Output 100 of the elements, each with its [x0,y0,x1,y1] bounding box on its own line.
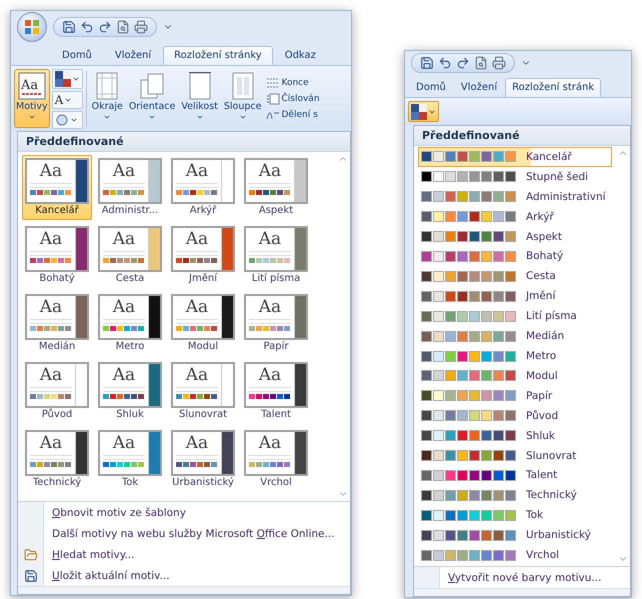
theme-fonts-button[interactable]: A [52,90,83,108]
theme-thumbnail: Aa [171,362,235,408]
theme-colors-button[interactable] [52,68,83,88]
caret-icon [103,113,112,121]
page-columns-icon [230,72,256,100]
caret-icon [28,113,36,121]
save-icon [24,568,38,582]
theme-tile[interactable]: Aa Vrchol [241,427,311,492]
theme-tile[interactable]: Aa Administr... [95,155,165,220]
color-scheme-item[interactable]: Cesta [418,266,612,286]
page-setup-button[interactable]: Okraje [90,69,125,128]
save-icon[interactable] [62,20,76,34]
undo-icon[interactable] [438,56,452,70]
theme-tile[interactable]: Aa Kancelář [22,155,92,220]
theme-effects-button[interactable] [52,110,83,128]
theme-thumbnail: Aa [98,430,162,476]
circle-icon [54,112,69,126]
print-preview-icon[interactable] [474,56,488,70]
theme-tile[interactable]: Aa Papír [241,291,311,356]
theme-tile[interactable]: Aa Cesta [95,223,165,288]
page-size-icon [186,72,213,100]
color-scheme-item[interactable]: Urbanistický [418,525,612,546]
theme-thumbnail: Aa [25,362,89,408]
color-scheme-item[interactable]: Modul [418,366,612,386]
theme-tile[interactable]: Aa Talent [241,359,311,424]
save-icon[interactable] [420,56,434,70]
theme-tile[interactable]: Aa Urbanistický [168,427,238,492]
printer-icon[interactable] [492,56,506,70]
page-margins-icon [94,72,120,100]
page-break-icon [266,76,280,88]
printer-icon[interactable] [134,20,148,34]
page-setup-menu-item[interactable]: Konce [266,76,320,90]
gallery-header: Předdefinované [18,132,350,152]
theme-tile[interactable]: Aa Jmění [168,223,238,288]
theme-thumbnail: Aa [98,158,162,204]
color-scheme-item[interactable]: Talent [418,466,612,486]
color-scheme-item[interactable]: Lití písma [418,306,612,326]
color-scheme-item[interactable]: Metro [418,346,612,366]
office-button[interactable] [17,12,47,42]
caret-icon [196,113,204,121]
color-scheme-item[interactable]: Bohatý [418,246,612,266]
ribbon-tab[interactable]: Vložení [104,46,162,65]
page-setup-button[interactable]: Orientace [126,69,178,128]
theme-tile[interactable]: Aa Původ [22,359,92,424]
theme-thumbnail: Aa [244,362,308,408]
color-scheme-item[interactable]: Technický [418,485,612,506]
print-preview-icon[interactable] [116,20,130,34]
ribbon-tab[interactable]: Odkaz [274,46,327,65]
color-squares-icon [54,70,71,86]
page-setup-button[interactable]: Sloupce [222,69,264,128]
resize-grip[interactable] [18,586,350,594]
ribbon-tab[interactable]: Domů [51,46,103,65]
theme-tile[interactable]: Aa Slunovrat [168,359,238,424]
theme-colors-button[interactable] [408,101,439,122]
color-scheme-item[interactable]: Administrativní [418,186,612,207]
color-scheme-item[interactable]: Vrchol [418,545,612,566]
color-scheme-item[interactable]: Aspekt [418,226,612,247]
gallery-header: Předdefinované [414,126,630,146]
themes-button[interactable]: Aa Motivy [14,69,50,128]
theme-thumbnail: Aa [244,226,308,272]
color-scheme-item[interactable]: Tok [418,505,612,526]
theme-tile[interactable]: Aa Modul [168,291,238,356]
page-setup-button[interactable]: Velikost [179,69,220,128]
theme-tile[interactable]: Aa Metro [95,291,165,356]
ribbon-tab[interactable]: Domů [409,78,453,97]
theme-tile[interactable]: Aa Aspekt [241,155,311,220]
ribbon-tab[interactable]: Rozložení stránky [163,46,273,65]
theme-tile[interactable]: Aa Shluk [95,359,165,424]
theme-thumbnail: Aa [98,294,162,340]
theme-tile[interactable]: Aa Bohatý [22,223,92,288]
theme-thumbnail: Aa [98,226,162,272]
color-scheme-item[interactable]: Shluk [418,426,612,446]
theme-tile[interactable]: Aa Arkýř [168,155,238,220]
theme-thumbnail: Aa [98,362,162,408]
theme-thumbnail: Aa [171,158,235,204]
undo-icon[interactable] [80,20,94,34]
redo-icon[interactable] [98,20,112,34]
page-setup-menu-item[interactable]: Číslován [266,92,320,106]
theme-tile[interactable]: Aa Medián [22,291,92,356]
ribbon-tab[interactable]: Rozložení stránk [505,78,602,97]
color-scheme-item[interactable]: Původ [418,406,612,426]
resize-grip[interactable] [414,588,630,596]
color-scheme-item[interactable]: Papír [418,386,612,406]
color-scheme-item[interactable]: Medián [418,326,612,346]
theme-thumbnail: Aa [244,158,308,204]
theme-thumbnail: Aa [171,226,235,272]
color-scheme-item[interactable]: Slunovrat [418,446,612,466]
theme-thumbnail: Aa [171,294,235,340]
color-scheme-item[interactable]: Kancelář [418,147,612,167]
color-scheme-item[interactable]: Jmění [418,286,612,306]
theme-tile[interactable]: Aa Technický [22,427,92,492]
color-scheme-item[interactable]: Stupně šedi [418,166,612,187]
theme-tile[interactable]: Aa Tok [95,427,165,492]
redo-icon[interactable] [456,56,470,70]
color-scheme-item[interactable]: Arkýř [418,206,612,227]
page-setup-menu-item[interactable]: Dělení s [266,108,320,122]
caret-icon [148,113,156,121]
theme-tile[interactable]: Aa Lití písma [241,223,311,288]
theme-thumbnail: Aa [25,294,89,340]
ribbon-tab[interactable]: Vložení [454,78,504,97]
